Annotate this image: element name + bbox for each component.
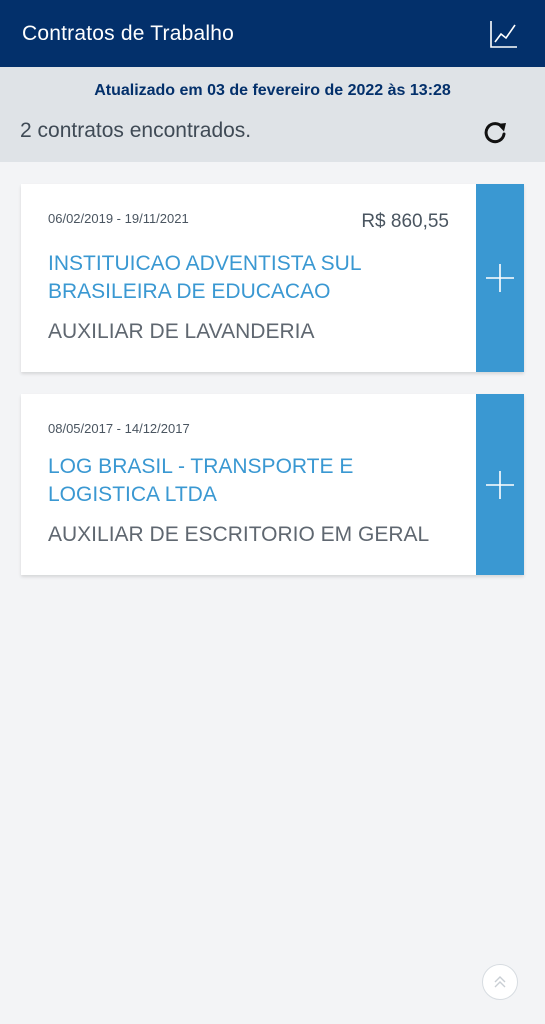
job-role: AUXILIAR DE ESCRITORIO EM GERAL — [48, 523, 430, 546]
app-header: Contratos de Trabalho — [0, 0, 545, 67]
expand-contract-button[interactable] — [476, 184, 524, 372]
contract-card: 08/05/2017 - 14/12/2017 LOG BRASIL - TRA… — [21, 394, 524, 575]
scroll-to-top-button[interactable] — [482, 964, 518, 1000]
contract-period: 08/05/2017 - 14/12/2017 — [48, 421, 190, 436]
contract-amount: R$ 860,55 — [361, 211, 449, 232]
line-chart-icon[interactable] — [489, 19, 519, 49]
contracts-count: 2 contratos encontrados. — [20, 119, 252, 142]
last-updated-text: Atualizado em 03 de fevereiro de 2022 às… — [94, 82, 451, 99]
job-role: AUXILIAR DE LAVANDERIA — [48, 320, 315, 343]
info-bar: Atualizado em 03 de fevereiro de 2022 às… — [0, 67, 545, 162]
plus-icon — [486, 264, 514, 292]
employer-name[interactable]: LOG BRASIL - TRANSPORTE E LOGISTICA LTDA — [48, 453, 458, 509]
double-chevron-up-icon — [494, 976, 506, 988]
employer-name[interactable]: INSTITUICAO ADVENTISTA SUL BRASILEIRA DE… — [48, 250, 458, 306]
refresh-icon[interactable] — [482, 120, 508, 146]
expand-contract-button[interactable] — [476, 394, 524, 575]
contract-card: 06/02/2019 - 19/11/2021 R$ 860,55 INSTIT… — [21, 184, 524, 372]
page-title: Contratos de Trabalho — [22, 21, 234, 45]
contract-period: 06/02/2019 - 19/11/2021 — [48, 211, 189, 226]
plus-icon — [486, 470, 514, 499]
